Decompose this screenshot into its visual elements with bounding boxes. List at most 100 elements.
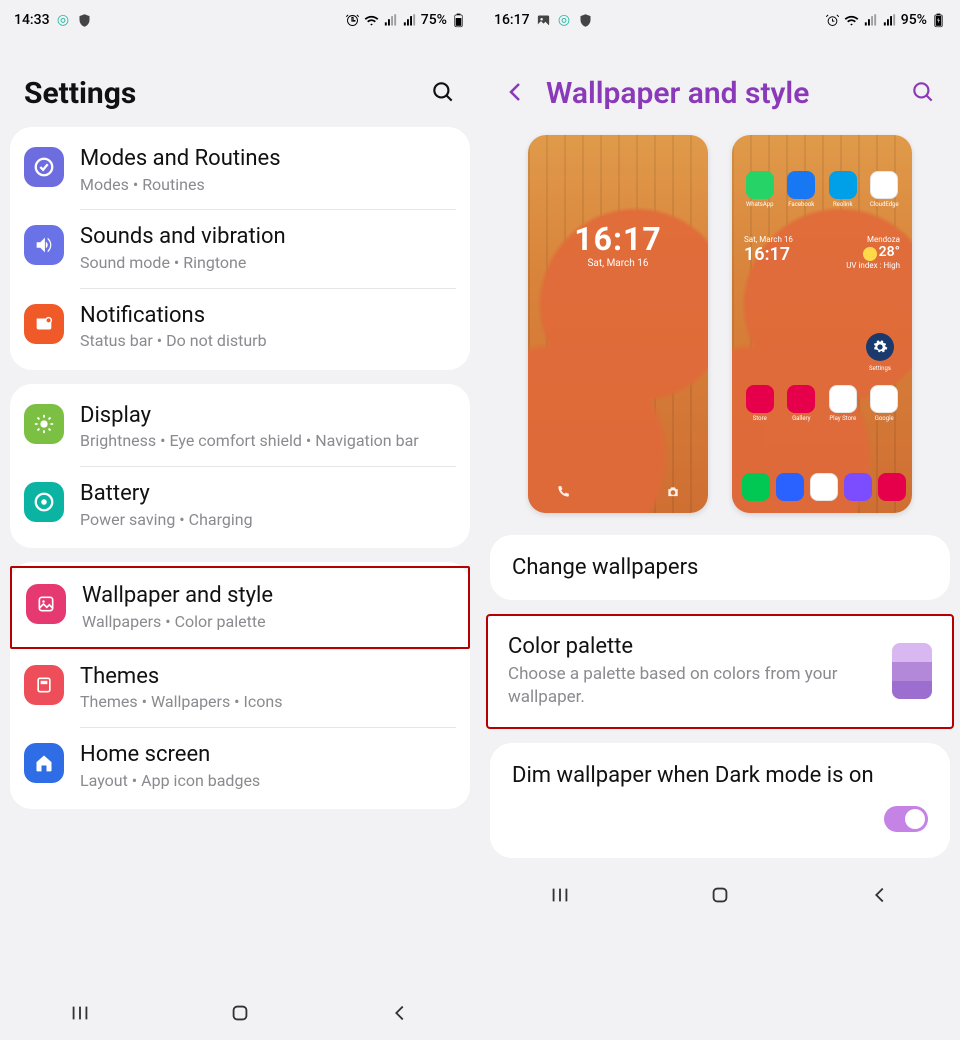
home-date: Sat, March 16 <box>744 235 793 244</box>
item-title: Display <box>80 402 456 430</box>
location-icon: ◎ <box>56 13 71 28</box>
sun-icon <box>863 247 877 261</box>
settings-item-themes[interactable]: ThemesThemes • Wallpapers • Icons <box>10 649 470 727</box>
item-sub: Wallpapers • Color palette <box>82 612 454 633</box>
change-wallpapers-label: Change wallpapers <box>512 555 928 580</box>
settings-item-battery[interactable]: BatteryPower saving • Charging <box>10 466 470 544</box>
status-bar: 16:17 ◎ 95% <box>480 0 960 34</box>
signal2-icon <box>882 13 897 28</box>
page-title: Settings <box>24 76 136 111</box>
settings-group: Modes and RoutinesModes • RoutinesSounds… <box>10 127 470 370</box>
item-sub: Layout • App icon badges <box>80 771 456 792</box>
wallpaper-header: Wallpaper and style <box>480 34 960 127</box>
notif-icon <box>24 304 64 344</box>
status-battery: 75% <box>421 12 447 28</box>
item-title: Sounds and vibration <box>80 223 456 251</box>
status-time: 16:17 <box>494 12 530 28</box>
app-icon <box>810 473 838 501</box>
settings-group: DisplayBrightness • Eye comfort shield •… <box>10 384 470 549</box>
alarm-icon <box>825 13 840 28</box>
home-button[interactable] <box>709 884 731 910</box>
weather-extra: UV index : High <box>846 261 900 270</box>
app-icon <box>776 473 804 501</box>
weather-widget: Mendoza 28° UV index : High <box>846 235 900 270</box>
recents-button[interactable] <box>69 1002 91 1028</box>
search-icon[interactable] <box>430 79 456 109</box>
back-icon[interactable] <box>504 80 528 108</box>
app-icon <box>742 473 770 501</box>
modes-icon <box>24 147 64 187</box>
phone-settings: 14:33 ◎ 75% Settings Modes and RoutinesM… <box>0 0 480 1040</box>
home-time: 16:17 <box>744 244 793 265</box>
battery-icon <box>451 13 466 28</box>
search-icon[interactable] <box>910 79 936 109</box>
dim-wallpaper-option[interactable]: Dim wallpaper when Dark mode is on <box>490 743 950 858</box>
settings-item-sounds[interactable]: Sounds and vibrationSound mode • Rington… <box>10 209 470 287</box>
status-time: 14:33 <box>14 12 50 28</box>
app-icon <box>878 473 906 501</box>
battery-icon <box>24 482 64 522</box>
wallpaper-previews: 16:17 Sat, March 16 WhatsAppFacebookReol… <box>480 127 960 535</box>
app-icon: Play Store <box>825 385 861 422</box>
item-sub: Themes • Wallpapers • Icons <box>80 692 456 713</box>
settings-item-modes[interactable]: Modes and RoutinesModes • Routines <box>10 131 470 209</box>
dim-wallpaper-label: Dim wallpaper when Dark mode is on <box>512 763 892 788</box>
settings-item-notif[interactable]: NotificationsStatus bar • Do not disturb <box>10 288 470 366</box>
home-time-widget: Sat, March 16 16:17 <box>744 235 793 265</box>
settings-item-display[interactable]: DisplayBrightness • Eye comfort shield •… <box>10 388 470 466</box>
location-icon: ◎ <box>557 13 572 28</box>
settings-item-wallpaper[interactable]: Wallpaper and styleWallpapers • Color pa… <box>10 566 470 648</box>
battery-charging-icon <box>931 13 946 28</box>
settings-item-home[interactable]: Home screenLayout • App icon badges <box>10 727 470 805</box>
app-icon: CloudEdge <box>867 171 903 208</box>
phone-wallpaper-style: 16:17 ◎ 95% Wallpaper and style 16 <box>480 0 960 1040</box>
item-sub: Sound mode • Ringtone <box>80 253 456 274</box>
item-sub: Status bar • Do not disturb <box>80 331 456 352</box>
color-palette-option[interactable]: Color palette Choose a palette based on … <box>486 614 954 729</box>
signal-icon <box>383 13 398 28</box>
change-wallpapers-option[interactable]: Change wallpapers <box>490 535 950 600</box>
nav-bar <box>0 990 480 1040</box>
back-button[interactable] <box>389 1002 411 1028</box>
shield-icon <box>578 13 593 28</box>
item-sub: Power saving • Charging <box>80 510 456 531</box>
themes-icon <box>24 665 64 705</box>
page-title: Wallpaper and style <box>546 76 809 111</box>
app-icon: Gallery <box>784 385 820 422</box>
signal2-icon <box>402 13 417 28</box>
recents-button[interactable] <box>549 884 571 910</box>
image-icon <box>536 13 551 28</box>
app-icon: Google <box>867 385 903 422</box>
home-button[interactable] <box>229 1002 251 1028</box>
app-icon <box>844 473 872 501</box>
item-title: Home screen <box>80 741 456 769</box>
item-title: Wallpaper and style <box>82 582 454 610</box>
app-icon: Store <box>742 385 778 422</box>
settings-app-icon <box>866 333 894 361</box>
alarm-icon <box>345 13 360 28</box>
dim-toggle[interactable] <box>884 806 928 832</box>
home-icon <box>24 743 64 783</box>
lockscreen-preview[interactable]: 16:17 Sat, March 16 <box>528 135 708 513</box>
settings-group: Wallpaper and styleWallpapers • Color pa… <box>10 562 470 809</box>
wallpaper-icon <box>26 584 66 624</box>
palette-swatch-icon <box>892 643 932 699</box>
nav-bar <box>480 872 960 922</box>
app-icon: WhatsApp <box>742 171 778 208</box>
item-title: Modes and Routines <box>80 145 456 173</box>
app-icon: Facebook <box>784 171 820 208</box>
phone-icon <box>556 484 570 503</box>
weather-temp: 28° <box>879 244 900 260</box>
lock-date: Sat, March 16 <box>528 258 708 269</box>
shield-icon <box>77 13 92 28</box>
status-battery: 95% <box>901 12 927 28</box>
settings-app-label: Settings <box>866 365 894 372</box>
app-icon: Reolink <box>825 171 861 208</box>
homescreen-preview[interactable]: WhatsAppFacebookReolinkCloudEdge Sat, Ma… <box>732 135 912 513</box>
back-button[interactable] <box>869 884 891 910</box>
lock-time: 16:17 <box>528 220 708 258</box>
item-sub: Brightness • Eye comfort shield • Naviga… <box>80 431 456 452</box>
wifi-icon <box>364 13 379 28</box>
item-title: Notifications <box>80 302 456 330</box>
item-title: Themes <box>80 663 456 691</box>
